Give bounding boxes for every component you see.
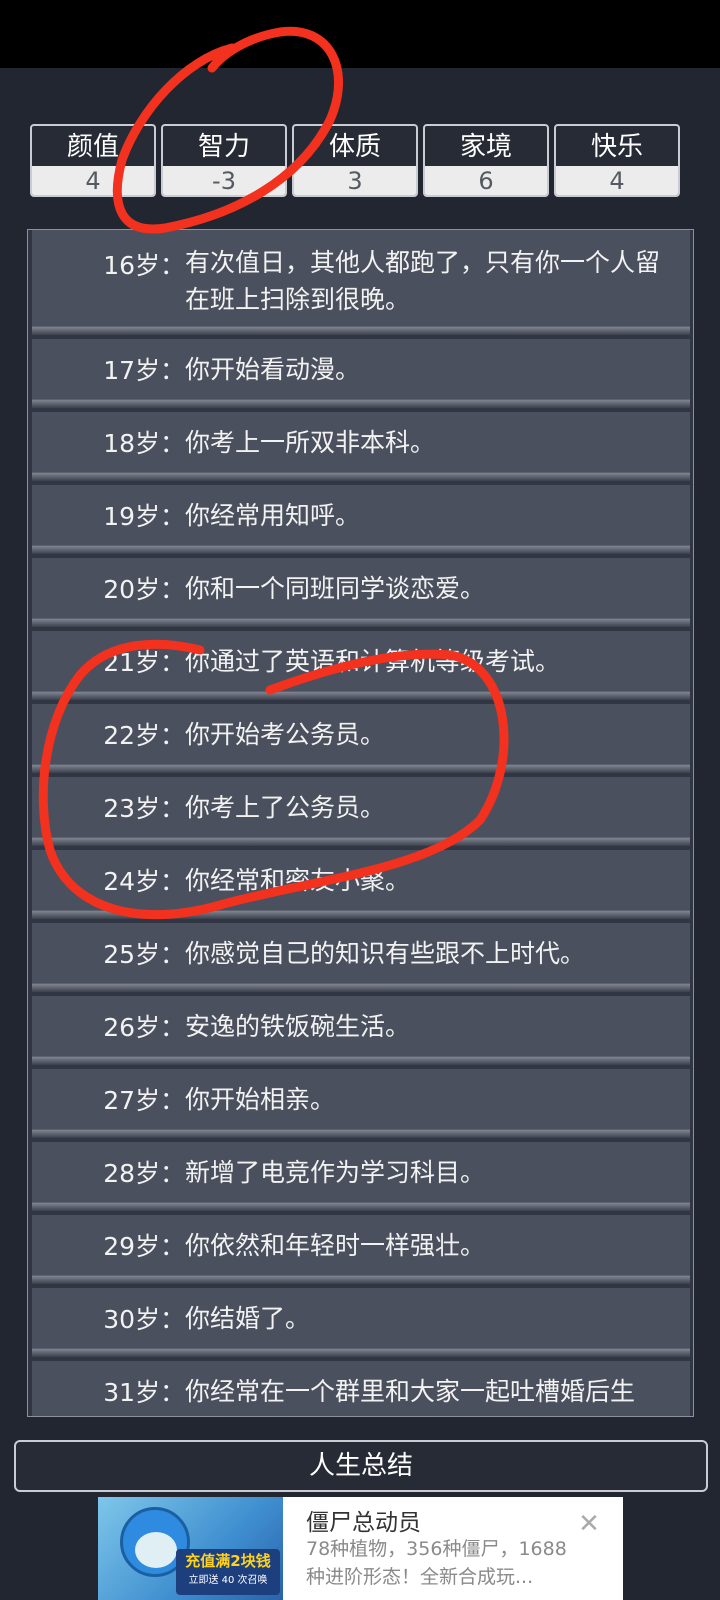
stat-value: -3	[163, 166, 285, 195]
event-age: 28岁：	[103, 1159, 185, 1188]
event-text: 你考上了公务员。	[185, 793, 386, 822]
event-row: 16岁： 有次值日，其他人都跑了，只有你一个人留在班上扫除到很晚。	[32, 230, 690, 335]
event-text: 你开始考公务员。	[185, 720, 386, 749]
event-row: 20岁： 你和一个同班同学谈恋爱。	[32, 558, 690, 627]
event-row: 26岁： 安逸的铁饭碗生活。	[32, 996, 690, 1065]
event-text: 你通过了英语和计算机等级考试。	[185, 647, 561, 676]
stat-label: 颜值	[66, 132, 119, 162]
event-age: 21岁：	[103, 648, 185, 677]
event-row: 22岁： 你开始考公务员。	[32, 704, 690, 773]
event-text: 你依然和年轻时一样强壮。	[185, 1231, 486, 1260]
event-row: 17岁： 你开始看动漫。	[32, 339, 690, 408]
stat-value: 4	[556, 166, 678, 195]
event-age: 17岁：	[103, 356, 185, 385]
event-row: 25岁： 你感觉自己的知识有些跟不上时代。	[32, 923, 690, 992]
life-event-list[interactable]: 16岁： 有次值日，其他人都跑了，只有你一个人留在班上扫除到很晚。 17岁： 你…	[27, 229, 694, 1417]
event-text: 你考上一所双非本科。	[185, 428, 436, 457]
ad-description[interactable]: 78种植物，356种僵尸，1688种进阶形态！全新合成玩...	[306, 1535, 576, 1591]
event-age: 31岁：	[103, 1378, 185, 1407]
event-text: 你感觉自己的知识有些跟不上时代。	[185, 939, 586, 968]
status-bar	[0, 0, 720, 68]
stat-constitution: 体质 3	[292, 124, 418, 197]
event-age: 23岁：	[103, 794, 185, 823]
event-row: 27岁： 你开始相亲。	[32, 1069, 690, 1138]
event-text: 你和一个同班同学谈恋爱。	[185, 574, 486, 603]
stat-value: 6	[425, 166, 547, 195]
event-age: 20岁：	[103, 575, 185, 604]
stat-label: 智力	[197, 132, 250, 162]
event-age: 29岁：	[103, 1232, 185, 1261]
event-age: 22岁：	[103, 721, 185, 750]
event-row: 31岁： 你经常在一个群里和大家一起吐槽婚后生	[32, 1361, 690, 1416]
event-text: 新增了电竞作为学习科目。	[185, 1158, 486, 1187]
ad-image[interactable]: 充值满2块钱 立即送 40 次召唤	[98, 1497, 283, 1600]
event-age: 26岁：	[103, 1013, 185, 1042]
stat-value: 3	[294, 166, 416, 195]
stat-label: 体质	[328, 132, 381, 162]
ad-promo-badge: 充值满2块钱 立即送 40 次召唤	[176, 1549, 280, 1595]
ad-promo-main: 充值满2块钱	[185, 1552, 271, 1570]
event-text: 你经常用知呼。	[185, 501, 361, 530]
event-text: 安逸的铁饭碗生活。	[185, 1012, 411, 1041]
stat-appearance: 颜值 4	[30, 124, 156, 197]
event-text: 你开始看动漫。	[185, 355, 361, 384]
event-text: 你结婚了。	[185, 1304, 311, 1333]
event-text: 你经常在一个群里和大家一起吐槽婚后生	[185, 1377, 636, 1406]
stat-intelligence: 智力 -3	[161, 124, 287, 197]
stat-value: 4	[32, 166, 154, 195]
event-row: 18岁： 你考上一所双非本科。	[32, 412, 690, 481]
stat-happiness: 快乐 4	[554, 124, 680, 197]
event-row: 30岁： 你结婚了。	[32, 1288, 690, 1357]
ad-promo-sub: 立即送 40 次召唤	[188, 1575, 268, 1586]
event-row: 23岁： 你考上了公务员。	[32, 777, 690, 846]
ad-banner[interactable]: 充值满2块钱 立即送 40 次召唤 僵尸总动员 78种植物，356种僵尸，168…	[98, 1497, 623, 1600]
event-age: 24岁：	[103, 867, 185, 896]
event-age: 19岁：	[103, 502, 185, 531]
event-row: 29岁： 你依然和年轻时一样强壮。	[32, 1215, 690, 1284]
event-text: 有次值日，其他人都跑了，只有你一个人留在班上扫除到很晚。	[185, 248, 661, 314]
event-age: 25岁：	[103, 940, 185, 969]
ad-title[interactable]: 僵尸总动员	[306, 1503, 421, 1537]
event-text: 你经常和密友小聚。	[185, 866, 411, 895]
event-age: 16岁：	[103, 251, 185, 280]
stat-label: 家境	[459, 132, 512, 162]
event-row: 24岁： 你经常和密友小聚。	[32, 850, 690, 919]
event-age: 18岁：	[103, 429, 185, 458]
event-age: 27岁：	[103, 1086, 185, 1115]
stat-label: 快乐	[590, 132, 643, 162]
event-age: 30岁：	[103, 1305, 185, 1334]
close-icon[interactable]: ✕	[574, 1509, 604, 1539]
life-summary-button[interactable]: 人生总结	[14, 1440, 708, 1492]
attribute-stats: 颜值 4 智力 -3 体质 3 家境 6 快乐 4	[30, 124, 690, 197]
event-row: 28岁： 新增了电竞作为学习科目。	[32, 1142, 690, 1211]
stat-family-wealth: 家境 6	[423, 124, 549, 197]
event-row: 19岁： 你经常用知呼。	[32, 485, 690, 554]
event-text: 你开始相亲。	[185, 1085, 336, 1114]
event-row: 21岁： 你通过了英语和计算机等级考试。	[32, 631, 690, 700]
